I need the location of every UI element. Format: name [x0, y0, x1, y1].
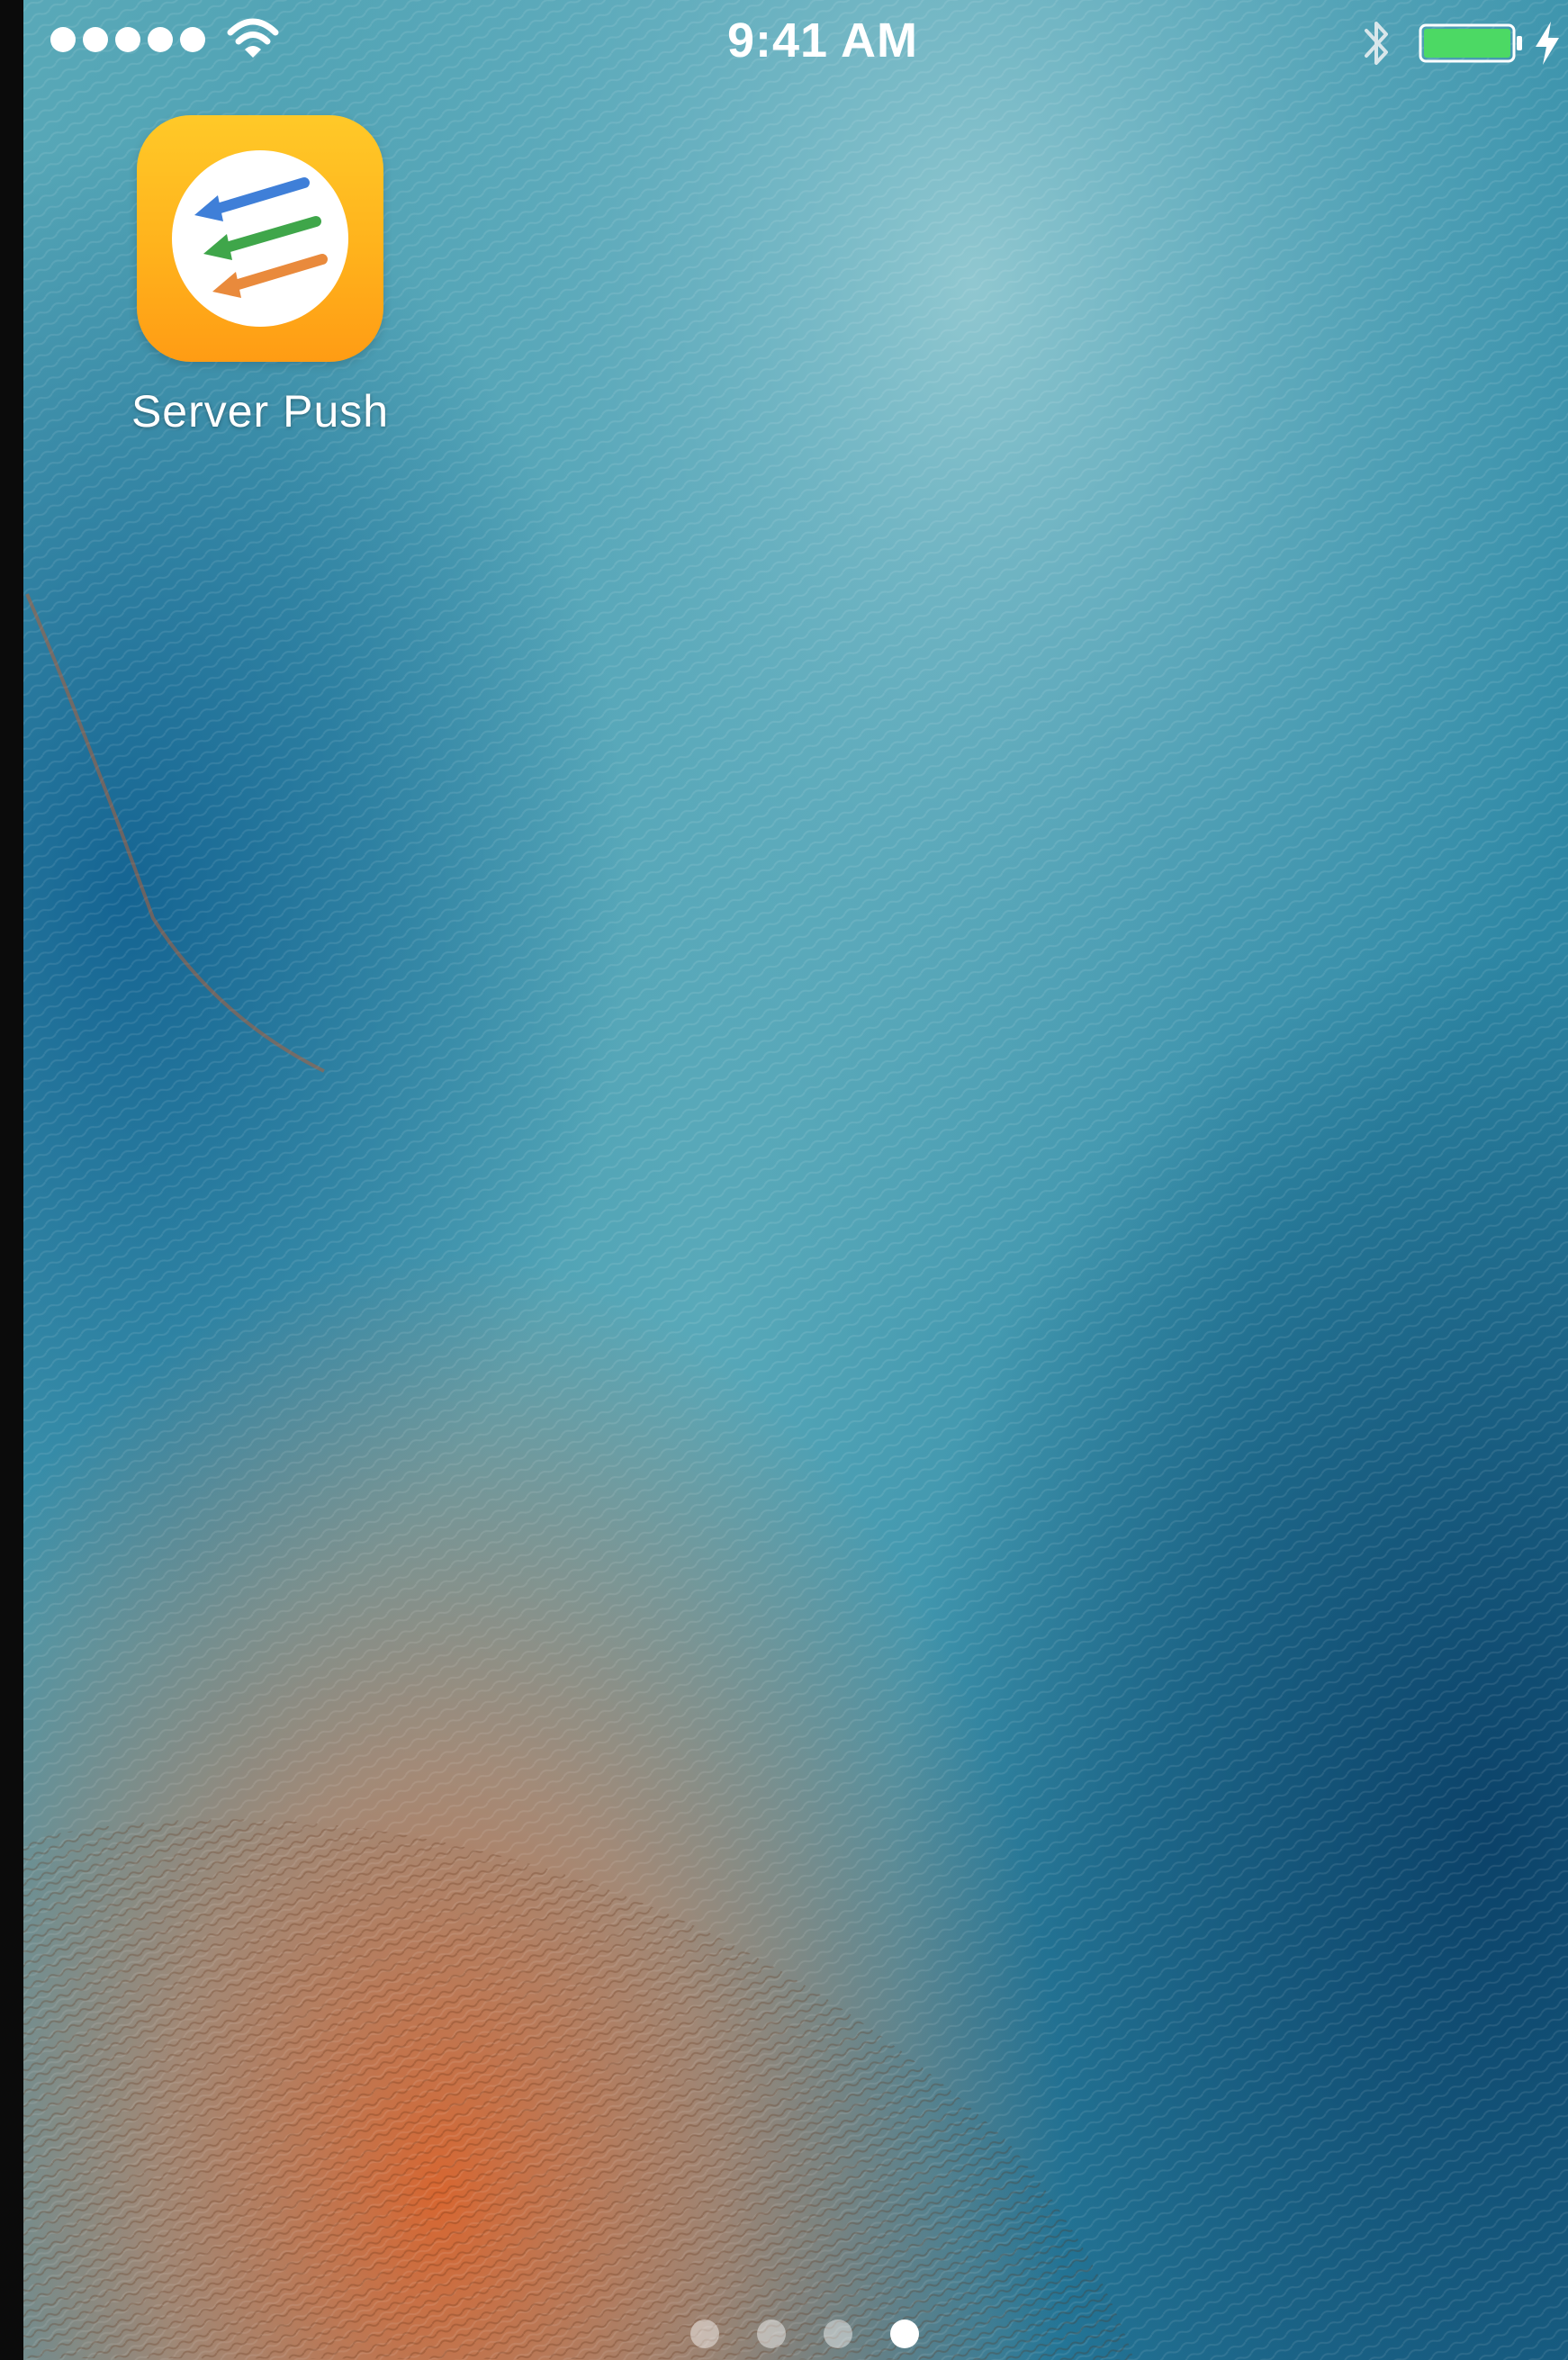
- device-bezel: [0, 0, 23, 2360]
- home-screen: 9:41 AM Server Push: [0, 0, 1568, 2360]
- charging-bolt-icon: [1536, 22, 1559, 65]
- server-push-app-icon[interactable]: [137, 115, 383, 362]
- battery-icon: [1419, 23, 1522, 63]
- server-push-arrows-icon: [172, 150, 348, 327]
- status-time: 9:41 AM: [726, 14, 919, 68]
- bluetooth-icon: [1365, 22, 1388, 65]
- app-label: Server Push: [131, 386, 390, 437]
- page-dot[interactable]: [890, 2319, 919, 2348]
- page-dot[interactable]: [824, 2319, 852, 2348]
- page-dot[interactable]: [690, 2319, 719, 2348]
- status-bar: 9:41 AM: [23, 0, 1568, 86]
- page-dot[interactable]: [757, 2319, 786, 2348]
- page-indicator[interactable]: [0, 2319, 1568, 2348]
- app-server-push[interactable]: Server Push: [113, 115, 407, 437]
